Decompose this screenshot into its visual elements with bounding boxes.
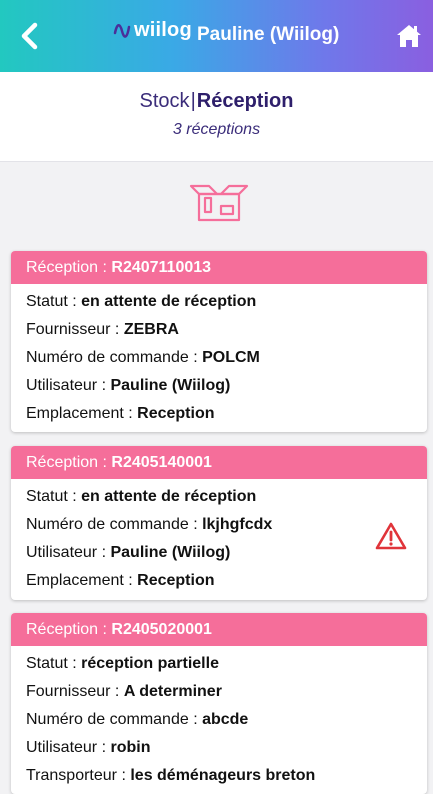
home-icon: [397, 25, 421, 47]
header-user-name: Pauline (Wiilog): [197, 24, 340, 45]
field-status: Statut : en attente de réception: [26, 488, 257, 505]
field-order-number: Numéro de commande : abcde: [26, 711, 249, 728]
breadcrumb-parent: Stock: [139, 90, 190, 112]
reception-label: Réception :: [26, 259, 112, 276]
field-location: Emplacement : Reception: [26, 405, 215, 422]
breadcrumb: Stock|Réception: [0, 90, 433, 113]
reception-code: R2407110013: [111, 259, 212, 276]
field-status: Statut : réception partielle: [26, 655, 219, 672]
chevron-left-icon: [21, 22, 38, 50]
field-user: Utilisateur : Pauline (Wiilog): [26, 544, 231, 561]
brand-logo: wiilog: [113, 19, 192, 42]
field-status: Statut : en attente de réception: [26, 293, 257, 310]
reception-card-header: Réception : R2407110013: [11, 251, 427, 284]
reception-card[interactable]: Réception : R2407110013 Statut : en atte…: [11, 251, 427, 432]
wave-logo-icon: [113, 23, 131, 38]
warning-icon: [375, 522, 407, 550]
page-title-block: Stock|Réception 3 réceptions: [0, 72, 433, 162]
reception-card-header: Réception : R2405140001: [11, 446, 427, 479]
field-order-number: Numéro de commande : POLCM: [26, 349, 260, 366]
reception-count: 3 réceptions: [172, 121, 261, 138]
reception-label: Réception :: [26, 621, 112, 638]
home-button[interactable]: [395, 22, 423, 50]
field-location: Emplacement : Reception: [26, 572, 215, 589]
field-order-number: Numéro de commande : lkjhgfcdx: [26, 516, 273, 533]
field-supplier: Fournisseur : A determiner: [26, 683, 222, 700]
reception-code: R2405140001: [111, 454, 212, 471]
brand-name: wiilog: [134, 19, 192, 41]
reception-code: R2405020001: [111, 621, 212, 638]
field-user: Utilisateur : Pauline (Wiilog): [26, 377, 231, 394]
reception-label: Réception :: [26, 454, 112, 471]
reception-card[interactable]: Réception : R2405140001 Statut : en atte…: [11, 446, 427, 600]
package-box-icon: [189, 184, 249, 222]
app-header: wiilog Pauline (Wiilog): [0, 0, 433, 72]
reception-card-header: Réception : R2405020001: [11, 613, 427, 646]
field-supplier: Fournisseur : ZEBRA: [26, 321, 179, 338]
breadcrumb-current: Réception: [196, 90, 294, 112]
back-button[interactable]: [16, 20, 44, 52]
field-user: Utilisateur : robin: [26, 739, 151, 756]
reception-card[interactable]: Réception : R2405020001 Statut : récepti…: [11, 613, 427, 794]
breadcrumb-separator: |: [190, 90, 196, 112]
